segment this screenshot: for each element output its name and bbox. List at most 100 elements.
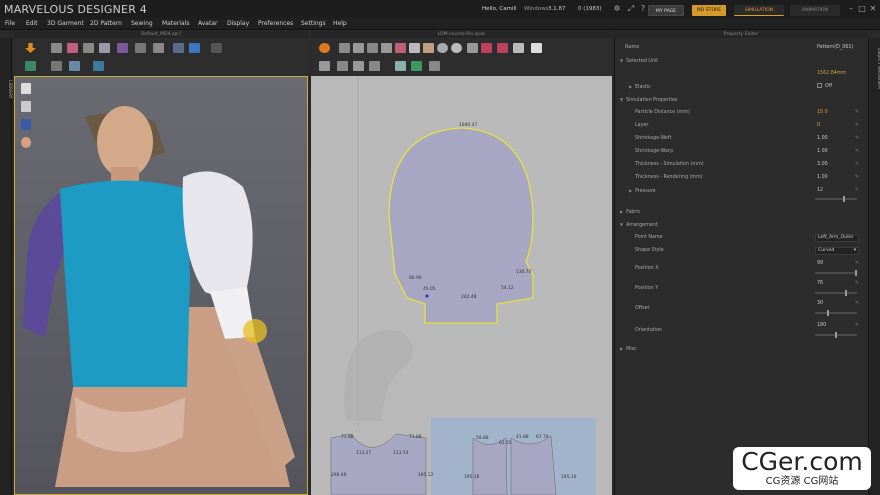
dart-icon[interactable] (467, 43, 478, 53)
library-tab[interactable]: LIBRARY (0, 80, 12, 99)
minimize-icon[interactable]: – (846, 4, 856, 14)
offset-slider[interactable] (815, 310, 857, 316)
menu-file[interactable]: File (5, 19, 15, 29)
prop-name-value[interactable]: Pattern(D_061) (817, 42, 853, 53)
edit-curvature-icon[interactable] (367, 43, 378, 53)
arrangement-point-highlight[interactable] (243, 319, 267, 343)
select-move-icon[interactable] (51, 43, 62, 53)
menu-avatar[interactable]: Avatar (198, 19, 217, 29)
menu-3d-garment[interactable]: 3D Garment (47, 19, 84, 29)
arrangement-point[interactable] (425, 294, 429, 298)
prop-thickness-render-value[interactable]: 1.00 (817, 172, 828, 183)
fold-arrangement-icon[interactable] (83, 43, 94, 53)
prop-shape-style-select[interactable]: Curved ▾ (815, 247, 859, 255)
menu-2d-pattern[interactable]: 2D Pattern (90, 19, 122, 29)
my-page-button[interactable]: MY PAGE (648, 5, 684, 16)
show-line-icon[interactable] (319, 61, 330, 71)
menu-display[interactable]: Display (227, 19, 249, 29)
menu-edit[interactable]: Edit (26, 19, 38, 29)
expand-icon[interactable]: ⤢ (626, 4, 636, 14)
split-icon[interactable] (395, 43, 406, 53)
show-pin-icon[interactable] (411, 61, 422, 71)
maximize-icon[interactable]: □ (857, 4, 867, 14)
prop-point-name-field[interactable]: Left_Arm_Outer (815, 234, 859, 242)
measure-icon[interactable] (135, 43, 146, 53)
prop-thickness-sim-value[interactable]: 3.00 (817, 159, 828, 170)
section-misc[interactable]: ▶ Misc (620, 343, 637, 355)
show-seam-icon[interactable] (369, 61, 380, 71)
position-x-slider[interactable] (815, 270, 857, 276)
prop-position-y-value[interactable]: 76 (817, 278, 823, 289)
pin-icon[interactable] (117, 43, 128, 53)
section-simulation-properties[interactable]: ▼ Simulation Properties (620, 94, 677, 106)
tack-icon[interactable] (99, 43, 110, 53)
help-icon[interactable]: ? (638, 4, 648, 14)
edit-icon[interactable]: ✎ (855, 320, 859, 331)
menu-materials[interactable]: Materials (162, 19, 190, 29)
edit-icon[interactable]: ✎ (855, 120, 859, 131)
reset-2d-icon[interactable] (319, 43, 330, 53)
section-selected-unit[interactable]: ▼ Selected Unit (620, 55, 658, 67)
circle-icon[interactable] (437, 43, 448, 53)
prop-pressure-value[interactable]: 12 (817, 185, 823, 196)
simulate-icon[interactable] (25, 43, 36, 53)
position-y-slider[interactable] (815, 290, 857, 296)
show-avatar-icon[interactable] (25, 61, 36, 71)
prop-shrink-warp-value[interactable]: 1.00 (817, 146, 828, 157)
rectangle-icon[interactable] (423, 43, 434, 53)
transform-pattern-icon[interactable] (339, 43, 350, 53)
polygon-icon[interactable] (409, 43, 420, 53)
2d-pattern-window[interactable]: 1040.47 80.90 130.70 45.05 54.12 242.48 … (311, 76, 612, 495)
slider-handle[interactable] (827, 310, 829, 316)
show-texture-icon[interactable] (395, 61, 406, 71)
arrangement-point-icon[interactable] (189, 43, 200, 53)
section-fabric[interactable]: ▶ Fabric (620, 206, 640, 218)
avatar-select-icon[interactable] (153, 43, 164, 53)
settings-icon[interactable]: ✲ (612, 4, 622, 14)
topstitch-icon[interactable] (513, 43, 524, 53)
edit-icon[interactable]: ✎ (855, 258, 859, 269)
snapshot-icon[interactable] (93, 61, 104, 71)
edit-icon[interactable]: ✎ (855, 159, 859, 170)
slider-handle[interactable] (845, 290, 848, 296)
edit-icon[interactable]: ✎ (855, 146, 859, 157)
object-browser-tab[interactable]: OBJECT BROWSER (869, 48, 880, 89)
seam-segment-icon[interactable] (481, 43, 492, 53)
selected-sleeve-pattern[interactable] (388, 127, 534, 324)
show-garment-icon[interactable] (51, 61, 62, 71)
edit-icon[interactable]: ✎ (855, 107, 859, 118)
menu-sewing[interactable]: Sewing (131, 19, 153, 29)
prop-shrink-weft-value[interactable]: 1.00 (817, 133, 828, 144)
menu-settings[interactable]: Settings (301, 19, 326, 29)
prop-offset-value[interactable]: 30 (817, 298, 823, 309)
edit-icon[interactable]: ✎ (855, 185, 859, 196)
edit-icon[interactable]: ✎ (855, 278, 859, 289)
edit-pattern-icon[interactable] (353, 43, 364, 53)
edit-icon[interactable]: ✎ (855, 298, 859, 309)
menu-help[interactable]: Help (333, 19, 347, 29)
prop-position-x-value[interactable]: 99 (817, 258, 823, 269)
trace-icon[interactable] (531, 43, 542, 53)
close-icon[interactable]: ✕ (868, 4, 878, 14)
add-point-icon[interactable] (381, 43, 392, 53)
render-icon[interactable] (69, 61, 80, 71)
prop-orientation-value[interactable]: 180 (817, 320, 826, 331)
internal-circle-icon[interactable] (451, 43, 462, 53)
free-seam-icon[interactable] (497, 43, 508, 53)
show-grid-icon[interactable] (337, 61, 348, 71)
object-browser-panel[interactable]: OBJECT BROWSER (868, 38, 880, 495)
select-mesh-icon[interactable] (67, 43, 78, 53)
md-store-button[interactable]: MD STORE (692, 5, 726, 16)
edit-icon[interactable]: ✎ (855, 172, 859, 183)
prop-layer-value[interactable]: 0 (817, 120, 820, 131)
prop-particle-value[interactable]: 15.0 (817, 107, 828, 118)
3d-viewport[interactable] (14, 76, 308, 495)
section-arrangement[interactable]: ▼ Arrangement (620, 219, 658, 231)
slider-handle[interactable] (854, 270, 857, 276)
back-left-pattern[interactable] (472, 437, 508, 495)
library-panel[interactable]: LIBRARY (0, 38, 12, 495)
animation-tab[interactable]: ANIMATION (790, 5, 840, 16)
show-sketch-icon[interactable] (429, 61, 440, 71)
slider-handle[interactable] (835, 332, 837, 338)
show-length-icon[interactable] (353, 61, 364, 71)
